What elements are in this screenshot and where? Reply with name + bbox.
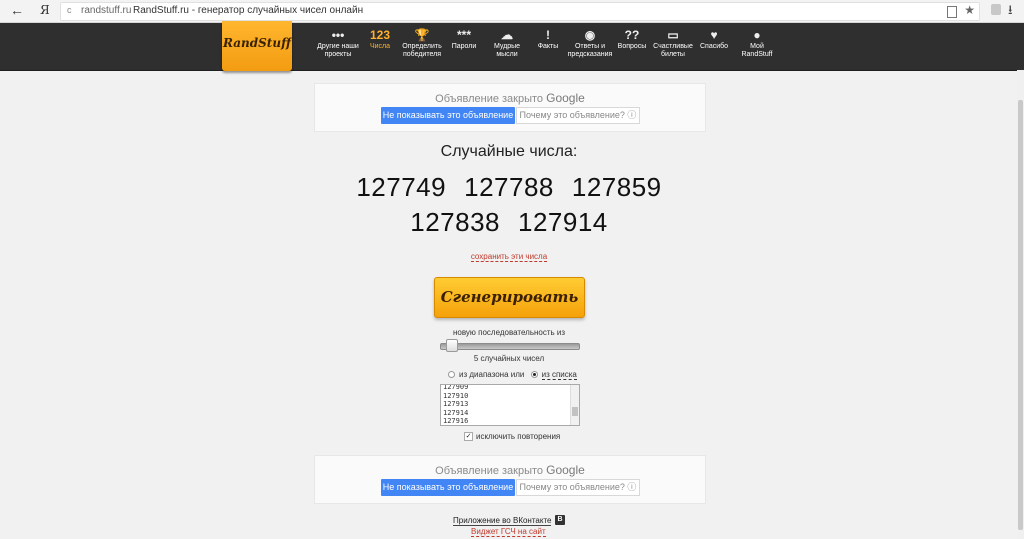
nav-answers[interactable]: ◉ Ответы и предсказания [565,28,615,59]
exclude-repeats-label[interactable]: исключить повторения [476,432,560,441]
vk-app-link[interactable]: Приложение во ВКонтакте [453,516,552,526]
page-scroll-thumb[interactable] [1018,100,1023,530]
list-line: 127913 [443,400,469,408]
dots-icon: ••• [331,28,345,42]
random-number: 127749 [356,172,447,202]
hide-ad-button[interactable]: Не показывать это объявление [381,479,515,496]
address-page-title: RandStuff.ru - генератор случайных чисел… [133,5,364,16]
random-number: 127914 [518,207,608,237]
numbers-icon: 123 [369,28,391,42]
nav-wise-thoughts[interactable]: ☁ Мудрые мысли [490,28,524,59]
list-line: 127914 [443,408,469,417]
nav-label: Ответы и предсказания [567,43,613,58]
why-this-ad-button[interactable]: Почему это объявление? ⓘ [516,107,640,124]
nav-label: Мудрые мысли [493,43,521,58]
random-number: 127859 [571,172,662,202]
source-radio-group: из диапазона или из списка [448,369,577,381]
cloud-icon: ☁ [501,28,513,42]
random-number: 127838 [410,207,500,237]
user-icon: ● [753,28,761,42]
list-radio-label[interactable]: из списка [541,370,577,380]
widget-link[interactable]: Виджет ГСЧ на сайт [471,527,546,537]
address-bar[interactable]: c randstuff.ru RandStuff.ru - генератор … [60,2,980,21]
connection-icon[interactable]: c [67,5,72,15]
nav-other-projects[interactable]: ••• Другие наши проекты [315,28,361,59]
range-radio-label[interactable]: из диапазона или [459,370,524,379]
download-icon[interactable]: ⭳ [1008,1,1013,23]
nav-winner[interactable]: 🏆 Определить победителя [399,28,445,59]
nav-thanks[interactable]: ♥ Спасибо [698,28,730,51]
exclude-repeats-checkbox[interactable]: ✓ [464,432,473,442]
browser-toolbar: ← Я c randstuff.ru RandStuff.ru - генера… [0,0,1024,23]
asterisks-icon: *** [456,28,471,42]
exclude-repeats[interactable]: ✓ исключить повторения [464,432,560,442]
nav-label: Счастливые билеты [653,43,693,58]
count-slider[interactable] [440,343,580,350]
ad-block-top: Объявление закрыто Google Не показывать … [314,83,706,132]
google-logo: Google [546,463,585,477]
list-line: 127916 [443,417,469,425]
range-radio[interactable] [448,371,455,379]
nav-label: Спасибо [699,43,729,50]
generate-button[interactable]: Сгенерировать [434,277,585,318]
save-numbers-link[interactable]: сохранить эти числа [314,252,704,262]
question-marks-icon: ?? [624,28,640,42]
slider-handle[interactable] [446,339,458,352]
back-icon[interactable]: ← [10,2,24,18]
extension-icon[interactable] [991,4,1001,15]
heart-icon: ♥ [710,28,718,42]
list-scroll-thumb[interactable] [572,407,578,416]
nav-label: Числа [369,43,391,50]
page-scrollbar[interactable] [1017,70,1024,539]
site-header: RandStuff ••• Другие наши проекты 123 Чи… [0,21,1024,71]
nav-label: Пароли [451,43,477,50]
list-line: 127909 [443,384,469,391]
nav-facts[interactable]: ! Факты [533,28,563,51]
nav-label: Определить победителя [402,43,442,58]
nav-my-randstuff[interactable]: ● Мой RandStuff [737,28,777,59]
exclamation-icon: ! [546,28,550,42]
list-lines: 127909 127910 127913 127914 127916 [443,384,469,425]
count-label: 5 случайных чисел [473,354,545,363]
logo-text: RandStuff [223,36,291,50]
ad-closed-text: Объявление закрыто Google [435,91,585,105]
vk-icon[interactable]: B [555,515,565,525]
google-logo: Google [546,91,585,105]
numbers-row-1: 127749 127788 127859 [314,172,704,203]
sequence-label: новую последовательность из [452,328,566,337]
trophy-icon: 🏆 [414,28,430,42]
nav-numbers[interactable]: 123 Числа [367,28,393,51]
nav-label: Факты [537,43,559,50]
reader-mode-icon[interactable] [947,6,957,18]
bookmark-star-icon[interactable]: ★ [964,3,975,17]
nav-label: Другие наши проекты [317,43,359,58]
yandex-logo[interactable]: Я [40,3,50,17]
numbers-row-2: 127838 127914 [314,207,704,238]
list-radio[interactable] [530,371,538,379]
ticket-icon: ▭ [667,28,679,42]
ad-closed-text: Объявление закрыто Google [435,463,585,477]
nav-lucky-tickets[interactable]: ▭ Счастливые билеты [653,28,693,59]
address-domain: randstuff.ru [81,5,132,16]
randstuff-logo[interactable]: RandStuff [222,21,292,71]
ball-icon: ◉ [584,28,596,42]
random-number: 127788 [464,172,554,202]
nav-passwords[interactable]: *** Пароли [449,28,479,51]
nav-label: Мой RandStuff [741,43,773,58]
why-this-ad-button[interactable]: Почему это объявление? ⓘ [516,479,640,496]
results-heading: Случайные числа: [440,143,578,160]
nav-questions[interactable]: ?? Вопросы [616,28,648,51]
site-navigation: RandStuff ••• Другие наши проекты 123 Чи… [222,21,782,71]
numbers-list-textarea[interactable]: 127909 127910 127913 127914 127916 [440,384,580,426]
list-line: 127910 [443,391,469,400]
nav-label: Вопросы [617,43,647,50]
hide-ad-button[interactable]: Не показывать это объявление [381,107,515,124]
list-scrollbar[interactable] [570,385,579,425]
ad-block-bottom: Объявление закрыто Google Не показывать … [314,455,706,504]
